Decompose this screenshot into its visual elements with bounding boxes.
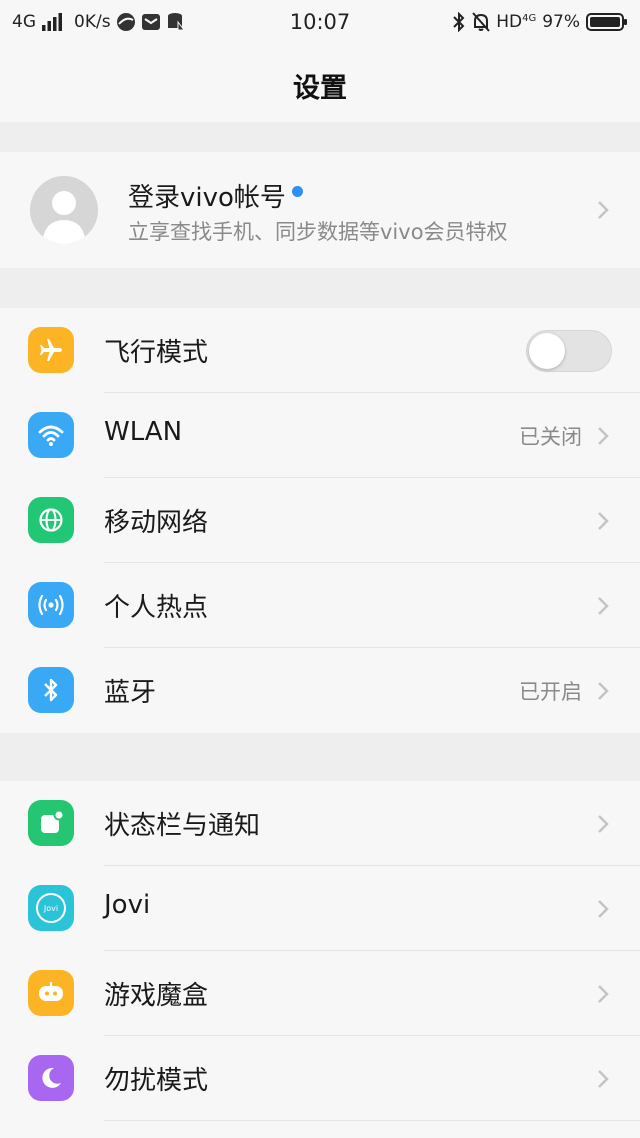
airplane-toggle[interactable] (526, 330, 612, 372)
row-label: 个人热点 (104, 593, 209, 623)
chevron-right-icon (598, 597, 609, 615)
notification-icon (28, 800, 74, 846)
hotspot-icon (28, 582, 74, 628)
section-gap (0, 733, 640, 781)
divider (104, 1120, 640, 1121)
settings-row-hotspot[interactable]: 个人热点 (0, 563, 640, 648)
chevron-right-icon (598, 512, 609, 530)
chevron-right-icon (598, 900, 609, 918)
avatar (30, 176, 98, 244)
connectivity-group: 飞行模式 WLAN 已关闭 移动网络 个人热点 蓝牙 已开启 (0, 308, 640, 733)
status-right: HD4G 97% (452, 10, 628, 34)
nav-bar: 设置 (0, 44, 640, 122)
account-row[interactable]: 登录vivo帐号 立享查找手机、同步数据等vivo会员特权 (0, 152, 640, 268)
user-silhouette-icon (42, 191, 86, 244)
settings-row-do-not-disturb[interactable]: 勿扰模式 (0, 1036, 640, 1121)
row-label: Jovi (104, 890, 151, 920)
settings-row-bluetooth[interactable]: 蓝牙 已开启 (0, 648, 640, 733)
chevron-right-icon (598, 682, 609, 700)
row-label: 勿扰模式 (104, 1066, 209, 1096)
jovi-icon-text: Jovi (43, 903, 59, 913)
settings-row-airplane[interactable]: 飞行模式 (0, 308, 640, 393)
row-label: 游戏魔盒 (104, 981, 209, 1011)
bluetooth-status-icon (453, 12, 465, 32)
battery-percent: 97% (542, 12, 580, 32)
bluetooth-icon (28, 667, 74, 713)
bluetooth-status: 已开启 (519, 680, 582, 704)
globe-icon (28, 497, 74, 543)
page-title: 设置 (293, 73, 347, 104)
settings-row-wlan[interactable]: WLAN 已关闭 (0, 393, 640, 478)
chevron-right-icon (598, 985, 609, 1003)
chevron-right-icon (598, 815, 609, 833)
new-badge-dot (291, 185, 303, 197)
row-label: 移动网络 (104, 508, 209, 538)
row-label: 蓝牙 (104, 678, 157, 708)
account-subtitle: 立享查找手机、同步数据等vivo会员特权 (128, 220, 508, 244)
moon-icon (28, 1055, 74, 1101)
wlan-status: 已关闭 (519, 425, 582, 449)
settings-row-game-box[interactable]: 游戏魔盒 (0, 951, 640, 1036)
row-label: 飞行模式 (104, 338, 209, 368)
mute-bell-icon (472, 12, 490, 32)
chevron-right-icon (598, 1070, 609, 1088)
battery-icon (586, 13, 627, 31)
row-label: 状态栏与通知 (104, 811, 261, 841)
system-group: 状态栏与通知 Jovi Jovi 游戏魔盒 勿扰模式 (0, 781, 640, 1138)
game-icon (28, 970, 74, 1016)
section-gap (0, 122, 640, 152)
wifi-icon (28, 412, 74, 458)
status-bar: 4G 0K/s 10:07 HD4G 97% (0, 0, 640, 44)
chevron-right-icon (598, 427, 609, 445)
settings-row-jovi[interactable]: Jovi Jovi (0, 866, 640, 951)
account-title-wrap: 登录vivo帐号 (128, 178, 303, 213)
airplane-icon (28, 327, 74, 373)
toggle-knob (529, 333, 565, 369)
settings-row-status-bar[interactable]: 状态栏与通知 (0, 781, 640, 866)
network-small-label: 4G (522, 13, 537, 24)
jovi-icon: Jovi (28, 885, 74, 931)
settings-row-mobile-network[interactable]: 移动网络 (0, 478, 640, 563)
account-title: 登录vivo帐号 (128, 182, 286, 213)
chevron-right-icon (598, 201, 609, 219)
hd-label: HD4G (496, 12, 537, 32)
section-gap (0, 268, 640, 308)
row-label: WLAN (104, 417, 183, 447)
